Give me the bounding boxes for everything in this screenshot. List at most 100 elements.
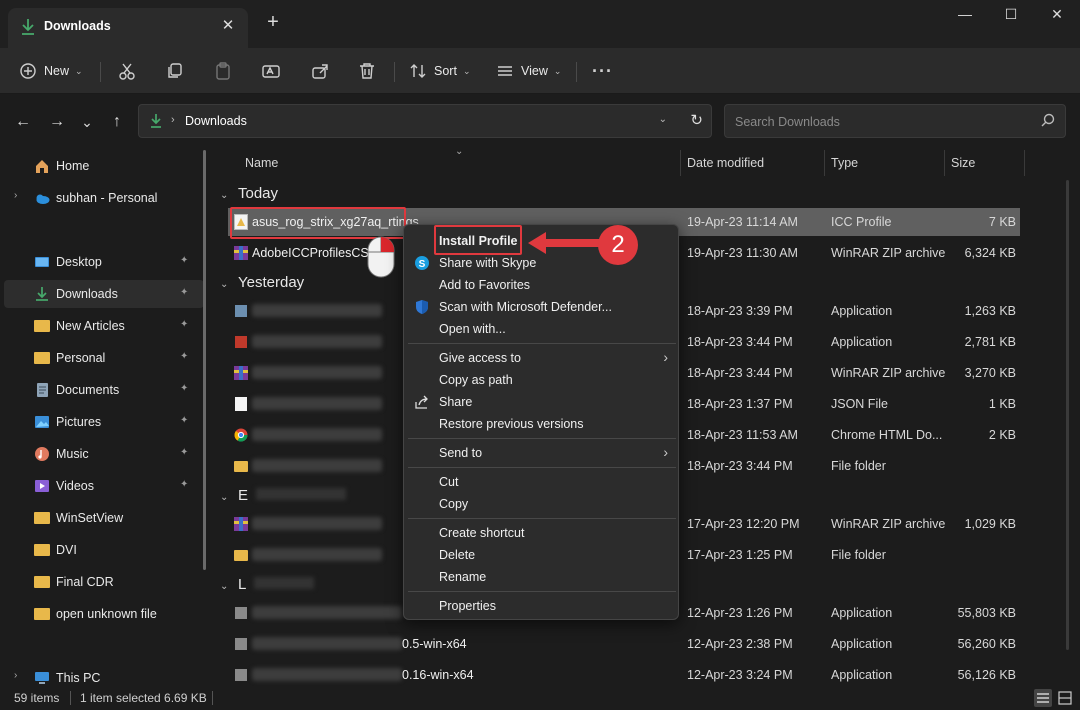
column-header-name[interactable]: Name (245, 156, 278, 170)
menu-item-delete[interactable]: Delete (404, 544, 680, 566)
blurred-file-name (252, 459, 382, 472)
cloud-icon (34, 190, 50, 206)
group-header-earlier[interactable]: ⌄ E (220, 487, 347, 504)
file-row[interactable]: 0.16-win-x64 12-Apr-23 3:24 PM Applicati… (228, 661, 1020, 689)
paste-button[interactable] (214, 58, 232, 84)
details-view-button[interactable] (1034, 689, 1052, 707)
sort-button[interactable]: Sort ⌄ (410, 58, 470, 84)
sidebar-item-label: Downloads (56, 287, 118, 301)
file-type: WinRAR ZIP archive (831, 246, 946, 260)
sidebar-item-videos[interactable]: Videos ✦ (4, 472, 204, 500)
submenu-chevron-icon: › (663, 444, 668, 460)
sidebar-item-onedrive[interactable]: › subhan - Personal (4, 184, 204, 212)
copy-button[interactable] (166, 58, 184, 84)
svg-text:S: S (419, 259, 426, 270)
sidebar-item-home[interactable]: Home (4, 152, 204, 180)
more-options-button[interactable]: ··· (592, 58, 613, 84)
menu-item-copy[interactable]: Copy (404, 493, 680, 515)
view-button[interactable]: View ⌄ (497, 58, 561, 84)
menu-item-create-shortcut[interactable]: Create shortcut (404, 522, 680, 544)
column-header-size[interactable]: Size (951, 156, 975, 170)
column-divider[interactable] (944, 150, 945, 176)
menu-item-label: Share with Skype (439, 256, 537, 270)
refresh-button[interactable]: ↻ (690, 111, 703, 129)
close-window-button[interactable]: ✕ (1034, 2, 1080, 28)
menu-item-cut[interactable]: Cut (404, 471, 680, 493)
menu-divider (408, 343, 676, 344)
submenu-chevron-icon: › (663, 349, 668, 365)
file-size: 3,270 KB (964, 366, 1016, 380)
menu-item-give-access-to[interactable]: Give access to › (404, 347, 680, 369)
expand-chevron-icon[interactable]: › (14, 670, 17, 681)
menu-item-share[interactable]: Share (404, 391, 680, 413)
tiles-view-button[interactable] (1056, 689, 1074, 707)
file-row[interactable]: 0.5-win-x64 12-Apr-23 2:38 PM Applicatio… (228, 630, 1020, 658)
mouse-right-click-icon (367, 236, 395, 281)
menu-item-label: Copy as path (439, 373, 513, 387)
tab-downloads[interactable]: Downloads ✕ (8, 8, 248, 48)
sidebar-scrollbar[interactable] (203, 150, 206, 570)
sidebar-item-final-cdr[interactable]: Final CDR (4, 568, 204, 596)
up-button[interactable]: ↑ (106, 111, 128, 133)
minimize-button[interactable]: — (942, 2, 988, 28)
column-header-type[interactable]: Type (831, 156, 858, 170)
menu-item-open-with[interactable]: Open with... (404, 318, 680, 340)
sidebar-item-pictures[interactable]: Pictures ✦ (4, 408, 204, 436)
menu-item-restore-previous-versions[interactable]: Restore previous versions (404, 413, 680, 435)
search-input[interactable]: Search Downloads (724, 104, 1066, 138)
share-button[interactable] (311, 58, 329, 84)
breadcrumb-downloads[interactable]: Downloads (185, 114, 247, 128)
group-header-today[interactable]: ⌄ Today (220, 185, 278, 202)
column-divider[interactable] (824, 150, 825, 176)
blurred-file-name (252, 428, 382, 441)
sidebar-item-dvi[interactable]: DVI (4, 536, 204, 564)
sidebar-item-music[interactable]: Music ✦ (4, 440, 204, 468)
menu-item-add-to-favorites[interactable]: Add to Favorites (404, 274, 680, 296)
column-divider[interactable] (1024, 150, 1025, 176)
sidebar-item-documents[interactable]: Documents ✦ (4, 376, 204, 404)
recent-locations-button[interactable]: ⌄ (76, 111, 98, 133)
expand-chevron-icon[interactable]: › (14, 190, 17, 201)
paste-icon (216, 62, 230, 80)
pin-icon: ✦ (180, 447, 189, 458)
toolbar-divider (100, 62, 101, 82)
menu-item-send-to[interactable]: Send to › (404, 442, 680, 464)
sidebar-item-downloads[interactable]: Downloads ✦ (4, 280, 204, 308)
menu-item-rename[interactable]: Rename (404, 566, 680, 588)
back-button[interactable]: ← (12, 111, 34, 133)
tab-close-button[interactable]: ✕ (218, 16, 238, 36)
file-list-scrollbar[interactable] (1066, 180, 1069, 650)
column-divider[interactable] (680, 150, 681, 176)
column-header-date[interactable]: Date modified (687, 156, 764, 170)
annotation-arrow-icon (526, 230, 602, 259)
sidebar-item-this-pc[interactable]: › This PC (4, 664, 204, 686)
sidebar-item-open-unknown-file[interactable]: open unknown file (4, 600, 204, 628)
file-name-tail: 0.16-win-x64 (402, 668, 474, 682)
new-tab-button[interactable]: + (262, 12, 284, 34)
sidebar-item-winsetview[interactable]: WinSetView (4, 504, 204, 532)
copy-icon (168, 63, 182, 78)
group-header-yesterday[interactable]: ⌄ Yesterday (220, 274, 304, 291)
sidebar-item-label: Pictures (56, 415, 102, 429)
menu-item-scan-defender[interactable]: Scan with Microsoft Defender... (404, 296, 680, 318)
sidebar-item-new-articles[interactable]: New Articles ✦ (4, 312, 204, 340)
blurred-file-name (252, 668, 402, 681)
cut-button[interactable] (118, 58, 136, 84)
rename-button[interactable] (262, 58, 280, 84)
maximize-button[interactable]: ☐ (988, 2, 1034, 28)
forward-button[interactable]: → (46, 111, 68, 133)
new-button[interactable]: New ⌄ (20, 58, 83, 84)
chevron-down-icon: ⌄ (553, 65, 562, 76)
toolbar-divider (576, 62, 577, 82)
delete-button[interactable] (358, 58, 376, 84)
view-icon (498, 66, 512, 76)
address-bar[interactable]: › Downloads ⌄ ↻ (138, 104, 712, 138)
group-label: E (238, 487, 249, 504)
menu-item-properties[interactable]: Properties (404, 595, 680, 617)
sidebar-item-desktop[interactable]: Desktop ✦ (4, 248, 204, 276)
details-view-icon (1037, 693, 1049, 703)
sidebar-item-personal[interactable]: Personal ✦ (4, 344, 204, 372)
address-dropdown-button[interactable]: ⌄ (659, 114, 667, 125)
group-header-last[interactable]: ⌄ L (220, 576, 314, 593)
menu-item-copy-as-path[interactable]: Copy as path (404, 369, 680, 391)
